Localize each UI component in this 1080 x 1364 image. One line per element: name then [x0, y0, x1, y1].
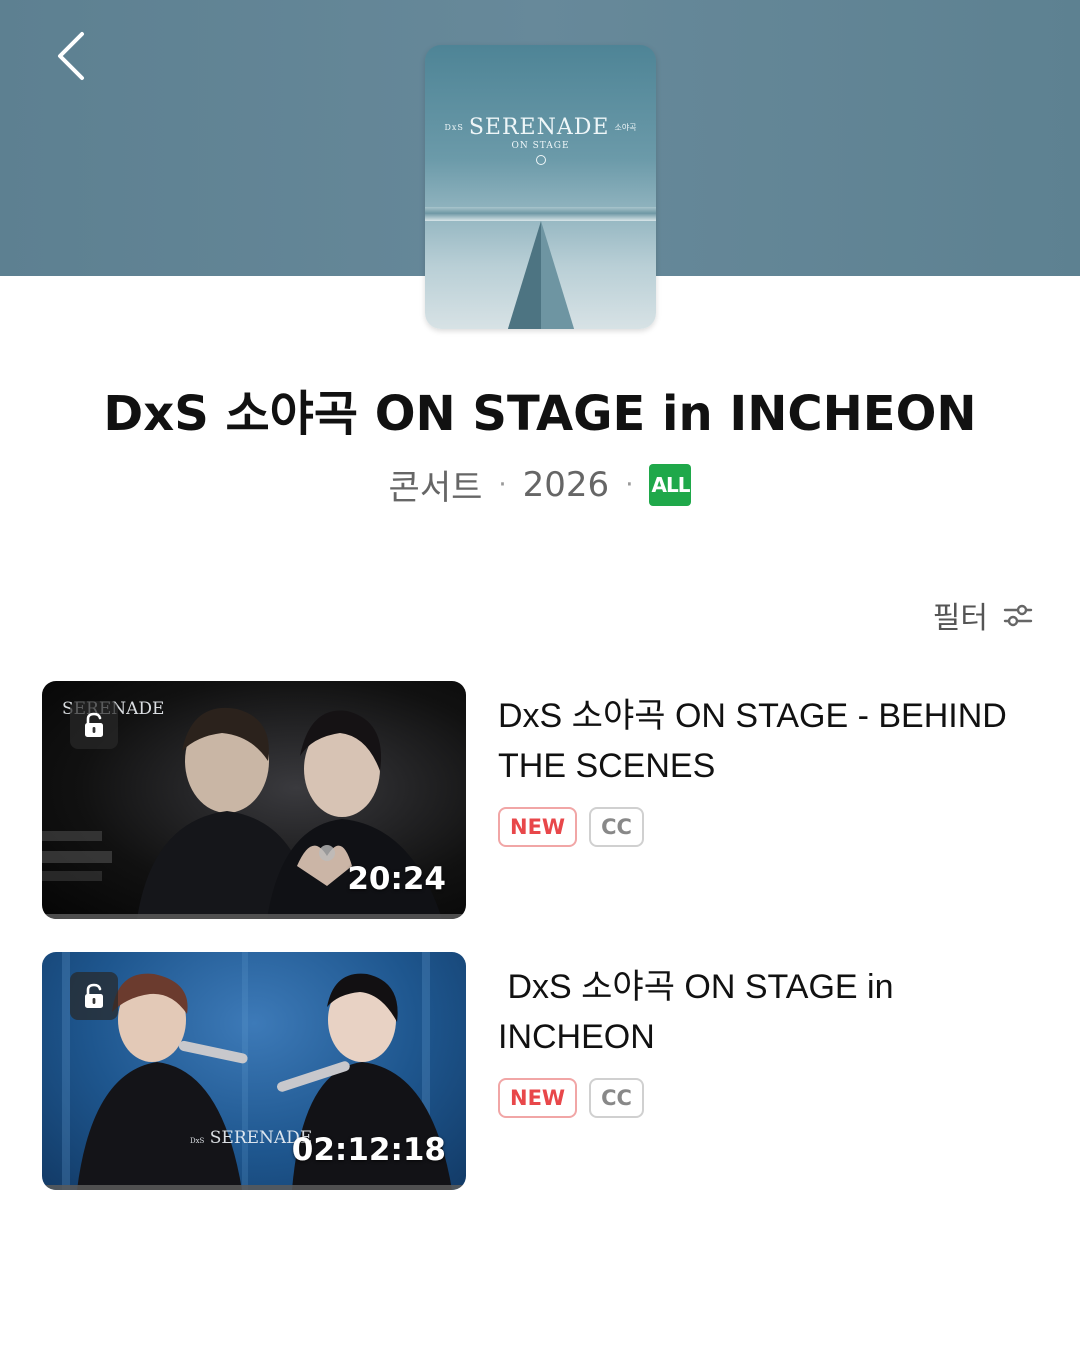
episode-title[interactable]: DxS 소야곡 ON STAGE - BEHIND THE SCENES [498, 691, 1018, 791]
filter-label: 필터 [932, 601, 988, 636]
watch-progress-bar [42, 914, 466, 919]
poster-shelf [425, 207, 656, 221]
meta-separator: · [498, 469, 507, 500]
episode-title[interactable]: DxS 소야곡 ON STAGE in INCHEON [498, 962, 1018, 1062]
year-label: 2026 [522, 464, 610, 505]
unlock-icon [85, 983, 103, 1008]
page-title: DxS 소야곡 ON STAGE in INCHEON [103, 386, 977, 442]
cc-badge: CC [589, 807, 644, 847]
poster-emblem-icon [535, 155, 546, 165]
episode-thumbnail[interactable]: SERENADE 20:24 [42, 681, 466, 919]
new-badge: NEW [498, 1078, 578, 1118]
poster-brand-korean: 소야곡 [614, 123, 637, 132]
meta-separator: · [625, 469, 634, 500]
meta-row: 콘서트 · 2026 · ALL [0, 460, 1080, 509]
chevron-left-icon [58, 32, 84, 80]
sliders-icon [1003, 604, 1033, 627]
badge-group: NEW CC [498, 1078, 644, 1118]
lock-badge [70, 972, 118, 1020]
poster-subtitle: ON STAGE [511, 141, 570, 151]
poster-brand-main: SERENADE [468, 115, 610, 140]
thumbnail-logo-small: DxS [190, 1137, 205, 1145]
watch-progress-bar [42, 1185, 466, 1190]
poster-cone-shape [507, 221, 575, 329]
badge-group: NEW CC [498, 807, 644, 847]
poster-image: DxS SERENADE 소야곡 ON STAGE [425, 45, 656, 329]
episode-item[interactable]: DxS SERENADE 02:12:18 DxS 소야곡 ON STAGE i… [42, 952, 1038, 1190]
episode-item[interactable]: SERENADE 20:24 DxS 소야곡 ON STAGE - BEHIND… [42, 681, 1038, 919]
back-button[interactable] [40, 22, 110, 92]
unlock-icon [85, 712, 103, 737]
genre-label: 콘서트 [388, 468, 483, 508]
age-rating-badge: ALL [649, 463, 692, 506]
duration-label: 20:24 [347, 861, 446, 897]
cc-badge: CC [589, 1078, 644, 1118]
duration-label: 02:12:18 [291, 1132, 446, 1168]
new-badge: NEW [498, 807, 578, 847]
filter-button[interactable]: 필터 [933, 593, 1034, 637]
episode-thumbnail[interactable]: DxS SERENADE 02:12:18 [42, 952, 466, 1190]
lock-badge [70, 701, 118, 749]
poster-brand-small: DxS [444, 123, 464, 132]
